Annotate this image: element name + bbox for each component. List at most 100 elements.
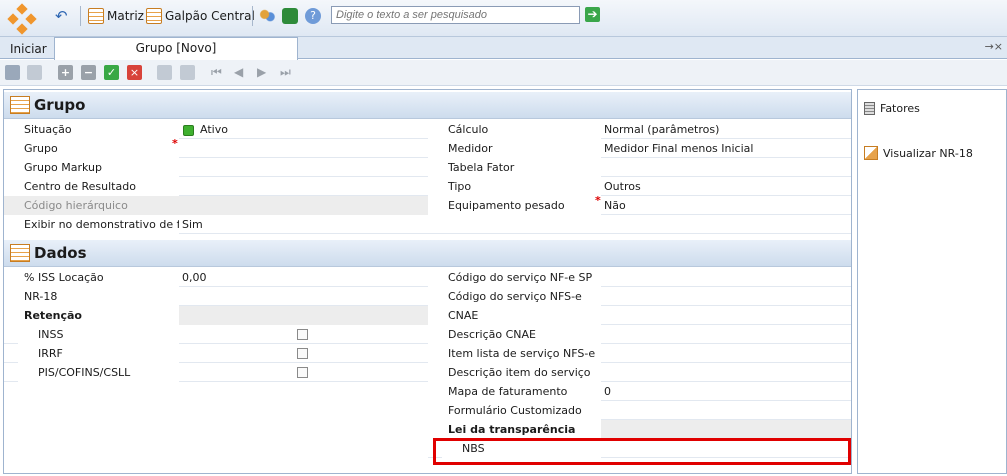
galpao-label: Galpão Central <box>165 9 255 23</box>
status-active-icon <box>183 124 194 136</box>
field-label: Tipo <box>428 177 601 196</box>
save-check-icon[interactable]: ✓ <box>104 65 119 80</box>
field-pis-cofins-csll: PIS/COFINS/CSLL <box>4 363 428 382</box>
cnae-input[interactable] <box>601 306 851 325</box>
field-label: Grupo Markup <box>4 158 179 177</box>
centro-resultado-input[interactable] <box>179 177 428 196</box>
tab-grupo-novo[interactable]: Grupo [Novo] <box>54 37 298 60</box>
tab-bar: Iniciar Grupo [Novo] →× <box>0 37 1007 60</box>
field-mapa-faturamento: Mapa de faturamento 0 <box>428 382 851 401</box>
field-label: Código hierárquico <box>4 196 179 215</box>
calculo-value[interactable]: Normal (parâmetros) <box>601 120 851 139</box>
field-descricao-cnae: Descrição CNAE <box>428 325 851 344</box>
descricao-item-servico-input[interactable] <box>601 363 851 382</box>
field-item-lista-servico: Item lista de serviço NFS-e <box>428 344 851 363</box>
highlight-box <box>433 438 851 465</box>
search-record-icon[interactable] <box>180 65 195 80</box>
refresh-icon[interactable] <box>157 65 172 80</box>
field-codigo-servico-nfse: Código do serviço NFS-e <box>428 287 851 306</box>
status-value[interactable]: Ativo <box>179 120 428 139</box>
field-grupo: Grupo * <box>4 137 428 158</box>
empty-row <box>428 215 851 234</box>
lock-icon[interactable] <box>27 65 42 80</box>
users-icon <box>259 8 275 24</box>
field-label: Situação <box>4 120 179 139</box>
tab-iniciar[interactable]: Iniciar <box>2 39 55 59</box>
status-text: Ativo <box>200 123 228 136</box>
required-marker: * <box>172 137 178 150</box>
item-lista-servico-input[interactable] <box>601 344 851 363</box>
last-record-icon[interactable]: ⏭ <box>280 65 295 80</box>
section-dados-header[interactable]: Dados <box>4 240 851 267</box>
field-nr18: NR-18 <box>4 287 428 306</box>
field-label: Mapa de faturamento <box>428 382 601 401</box>
mapa-faturamento-input[interactable]: 0 <box>601 382 851 401</box>
visualizar-nr18-label: Visualizar NR-18 <box>883 146 973 160</box>
field-label: Código do serviço NF-e SP <box>428 268 601 287</box>
codigo-servico-nfe-sp-input[interactable] <box>601 268 851 287</box>
field-equipamento-pesado: Equipamento pesado * Não <box>428 194 851 215</box>
section-grupo-header[interactable]: Grupo <box>4 92 851 119</box>
fatores-link[interactable]: Fatores <box>864 102 920 115</box>
matriz-button[interactable]: Matriz <box>88 7 144 25</box>
field-label: Código do serviço NFS-e <box>428 287 601 306</box>
irrf-checkbox[interactable] <box>297 348 308 359</box>
search-input[interactable] <box>331 6 580 24</box>
add-icon[interactable]: + <box>58 65 73 80</box>
field-centro-resultado: Centro de Resultado <box>4 177 428 196</box>
prev-record-icon[interactable]: ◀ <box>234 65 249 80</box>
table-icon <box>10 244 30 262</box>
field-irrf: IRRF <box>4 344 428 363</box>
codigo-servico-nfse-input[interactable] <box>601 287 851 306</box>
field-inss: INSS <box>4 325 428 344</box>
app-logo-icon[interactable] <box>6 3 38 36</box>
lei-transparencia-group <box>601 420 851 439</box>
medidor-value[interactable]: Medidor Final menos Inicial <box>601 139 851 158</box>
side-panel: Fatores Visualizar NR-18 <box>857 89 1007 474</box>
undo-icon: ↶ <box>55 7 68 25</box>
galpao-button[interactable]: Galpão Central <box>146 7 255 25</box>
nr18-input[interactable] <box>179 287 428 306</box>
tab-close-controls[interactable]: →× <box>985 40 1003 53</box>
next-record-icon[interactable]: ▶ <box>257 65 272 80</box>
visualizar-nr18-link[interactable]: Visualizar NR-18 <box>864 146 973 160</box>
formulario-customizado-input[interactable] <box>601 401 851 420</box>
codigo-hierarquico-value <box>179 196 428 215</box>
grupo-markup-input[interactable] <box>179 158 428 177</box>
field-label: Equipamento pesado <box>428 196 601 215</box>
help-button[interactable]: ? <box>305 7 321 25</box>
tipo-value[interactable]: Outros <box>601 177 851 196</box>
users-button[interactable] <box>259 7 275 25</box>
field-label: Medidor <box>428 139 601 158</box>
field-cnae: CNAE <box>428 306 851 325</box>
tabela-fator-value[interactable] <box>601 158 851 177</box>
field-label: PIS/COFINS/CSLL <box>18 363 179 382</box>
field-label: Descrição CNAE <box>428 325 601 344</box>
field-label: NR-18 <box>4 287 179 306</box>
cancel-x-icon[interactable]: × <box>127 65 142 80</box>
descricao-cnae-input[interactable] <box>601 325 851 344</box>
record-toolbar: + − ✓ × ⏮ ◀ ▶ ⏭ <box>0 60 1007 86</box>
new-record-icon[interactable] <box>5 65 20 80</box>
field-formulario-customizado: Formulário Customizado <box>428 401 851 420</box>
remove-icon[interactable]: − <box>81 65 96 80</box>
field-label: INSS <box>18 325 179 344</box>
calculator-icon <box>864 102 875 115</box>
undo-button[interactable]: ↶ <box>55 7 71 25</box>
first-record-icon[interactable]: ⏮ <box>211 65 226 80</box>
search-go-button[interactable]: ➔ <box>585 7 600 22</box>
field-label: Retenção <box>4 306 179 325</box>
inss-checkbox[interactable] <box>297 329 308 340</box>
pis-cofins-csll-checkbox[interactable] <box>297 367 308 378</box>
view-button[interactable] <box>282 7 298 25</box>
section-grupo-title: Grupo <box>34 96 86 114</box>
field-situacao: Situação Ativo <box>4 120 428 139</box>
exibir-demonstrativo-value[interactable]: Sim <box>179 215 428 234</box>
iss-locacao-input[interactable]: 0,00 <box>179 268 428 287</box>
field-iss-locacao: % ISS Locação 0,00 <box>4 268 428 287</box>
equipamento-pesado-value[interactable]: Não <box>601 196 851 215</box>
help-icon: ? <box>305 8 321 24</box>
fatores-label: Fatores <box>880 102 920 115</box>
field-label: Cálculo <box>428 120 601 139</box>
grupo-input[interactable] <box>179 139 428 158</box>
